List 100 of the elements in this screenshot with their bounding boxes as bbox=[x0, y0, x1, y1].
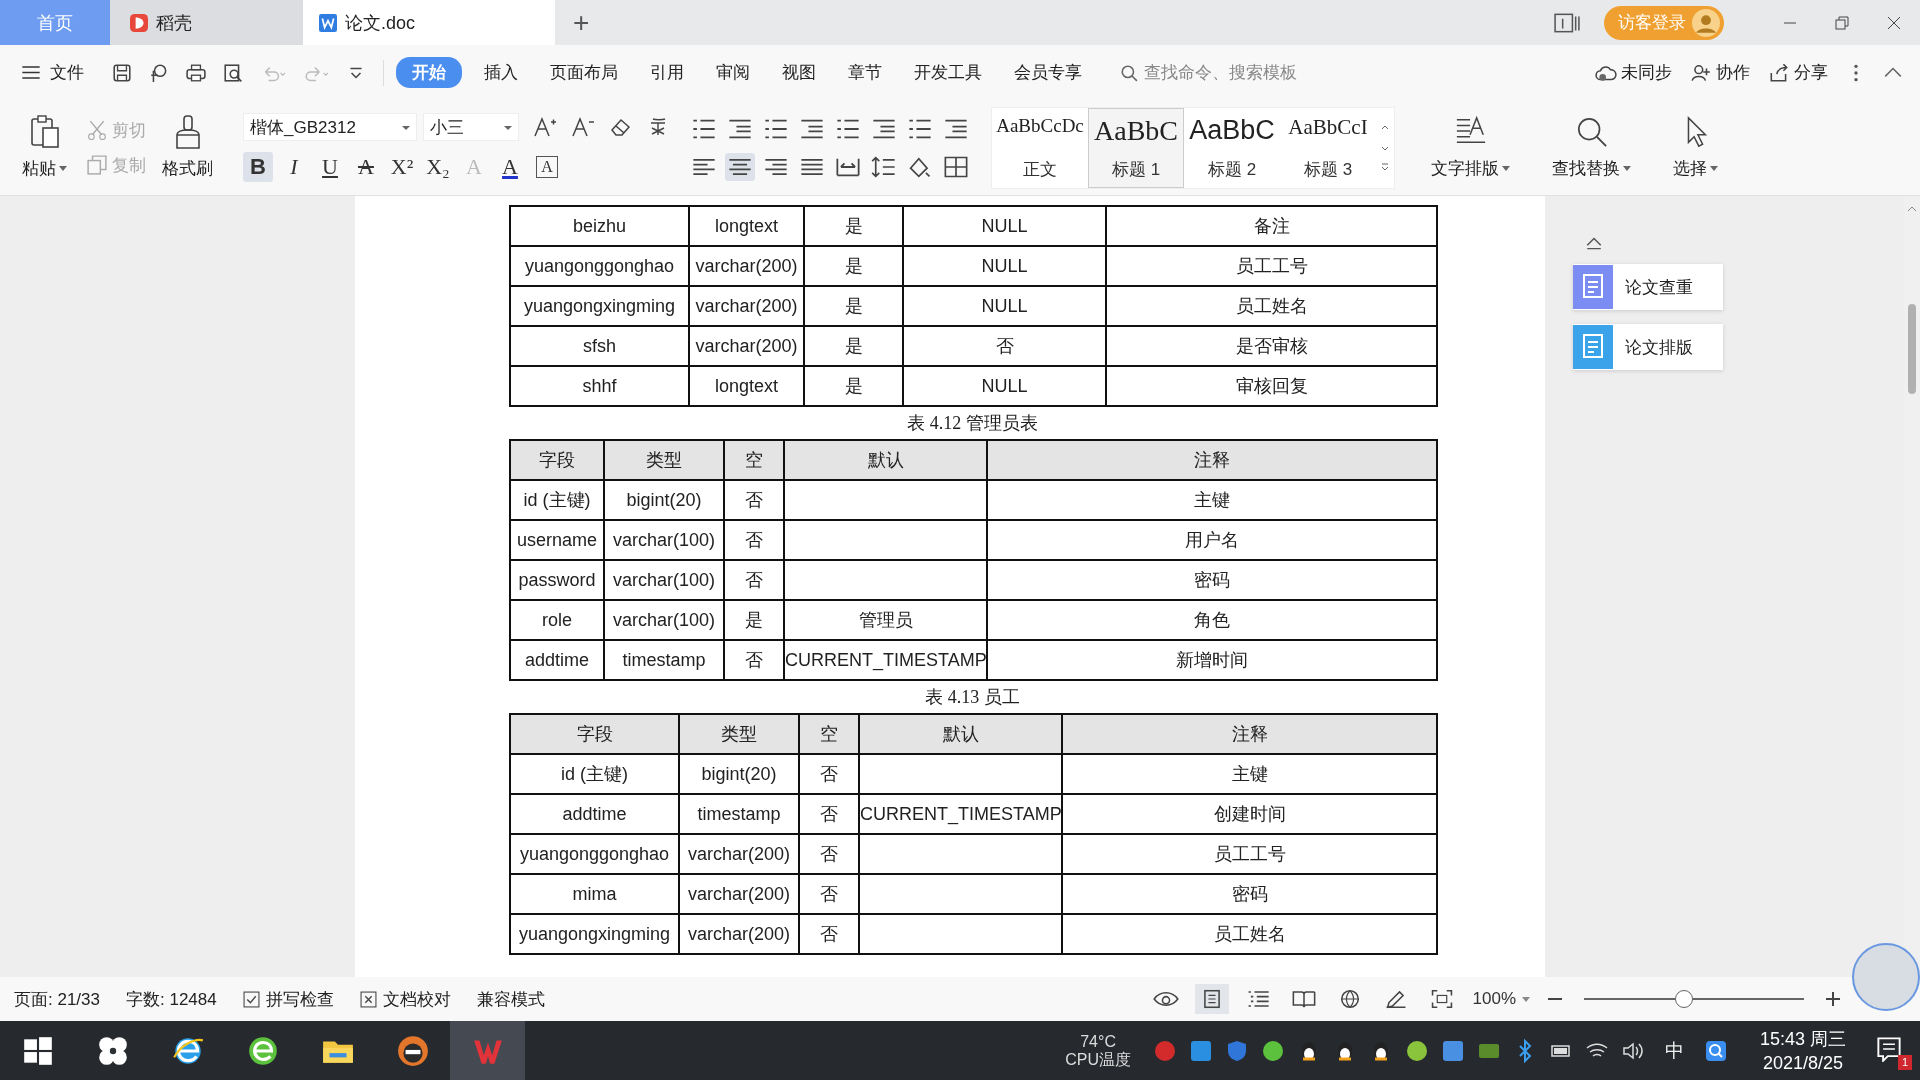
font-name-field[interactable]: 楷体_GB2312 bbox=[243, 112, 417, 141]
ribbon-tab[interactable]: 插入 bbox=[484, 57, 518, 88]
table-caption: 表 4.13 员工 bbox=[924, 686, 1021, 709]
table-cell: timestamp bbox=[604, 640, 724, 680]
compat-mode: 兼容模式 bbox=[476, 988, 545, 1011]
input-method[interactable]: 中 bbox=[1664, 1038, 1684, 1064]
ribbon-tab[interactable]: 章节 bbox=[848, 57, 882, 88]
table-cell: 是否审核 bbox=[1106, 326, 1437, 366]
ribbon-tab[interactable]: 审阅 bbox=[716, 57, 750, 88]
close-icon[interactable] bbox=[1887, 15, 1901, 30]
notification-icon[interactable] bbox=[1876, 1036, 1902, 1062]
save-icon[interactable] bbox=[112, 62, 132, 83]
column-header: 默认 bbox=[859, 714, 1062, 754]
table-cell: yuangonggonghao bbox=[510, 246, 689, 286]
table-cell: username bbox=[510, 520, 604, 560]
proofread-button[interactable]: 文档校对 bbox=[359, 987, 451, 1011]
spell-check-button[interactable]: 拼写检查 bbox=[242, 987, 334, 1011]
paste-button[interactable]: 粘贴 bbox=[16, 115, 73, 180]
format-button[interactable]: A bbox=[351, 151, 381, 182]
ribbon-tool-button[interactable]: 查找替换 bbox=[1546, 115, 1637, 180]
table-cell: timestamp bbox=[679, 794, 799, 834]
table-cell: 否 bbox=[903, 326, 1106, 366]
format-painter-button[interactable]: 格式刷 bbox=[156, 115, 219, 180]
word-count[interactable]: 字数: 12484 bbox=[126, 987, 217, 1011]
font-size-field[interactable]: 小三 bbox=[423, 112, 519, 141]
column-header: 字段 bbox=[510, 440, 604, 480]
collapse-icon[interactable] bbox=[1585, 236, 1603, 250]
column-header: 空 bbox=[724, 440, 784, 480]
align-button[interactable] bbox=[725, 152, 755, 181]
side-panel-button[interactable]: 论文查重 bbox=[1573, 264, 1723, 310]
ribbon-tool-button[interactable]: 选择 bbox=[1667, 115, 1724, 180]
clock-date[interactable]: 2021/8/25 bbox=[1762, 1051, 1843, 1075]
ribbon-tab[interactable]: 视图 bbox=[782, 57, 816, 88]
table-cell: mima bbox=[510, 874, 679, 914]
menu-action[interactable]: 分享 bbox=[1768, 61, 1828, 84]
copy-icon bbox=[87, 155, 107, 175]
style-option[interactable]: AaBbCcI 标题 3 bbox=[1280, 107, 1376, 188]
ribbon-tab[interactable]: 开发工具 bbox=[914, 57, 982, 88]
document-tab[interactable]: 稻壳 bbox=[110, 0, 303, 45]
style-option[interactable]: AaBbC 标题 1 bbox=[1088, 107, 1184, 188]
table-cell: sfsh bbox=[510, 326, 689, 366]
print-icon[interactable] bbox=[186, 62, 206, 83]
side-panel-button[interactable]: 论文排版 bbox=[1573, 324, 1723, 370]
table-cell: 密码 bbox=[1062, 874, 1437, 914]
format-button[interactable]: X² bbox=[387, 151, 417, 182]
caret-icon[interactable] bbox=[1522, 996, 1530, 1002]
format-button[interactable]: U bbox=[315, 151, 345, 182]
table-cell: 员工姓名 bbox=[1106, 286, 1437, 326]
page-view-icon[interactable] bbox=[1194, 984, 1229, 1014]
zoom-level[interactable]: 100% bbox=[1472, 989, 1516, 1009]
clock-time[interactable]: 15:43 周三 bbox=[1759, 1027, 1846, 1051]
shrink-font-icon[interactable] bbox=[571, 116, 595, 137]
checkbox-icon bbox=[242, 990, 260, 1008]
scroll-up-icon[interactable] bbox=[1907, 204, 1917, 214]
document-tab[interactable]: 论文.doc bbox=[303, 0, 555, 45]
table-cell: shhf bbox=[510, 366, 689, 406]
table-cell: beizhu bbox=[510, 206, 689, 246]
docer-icon bbox=[130, 13, 148, 32]
ribbon-tool-button[interactable]: 文字排版 bbox=[1425, 115, 1516, 180]
scrollbar-thumb[interactable] bbox=[1908, 304, 1916, 394]
format-button[interactable]: I bbox=[279, 151, 309, 182]
table-cell: 否 bbox=[724, 560, 784, 600]
grow-font-icon[interactable] bbox=[533, 116, 557, 137]
ribbon-tab[interactable]: 页面布局 bbox=[550, 57, 618, 88]
format-button[interactable]: X₂ bbox=[423, 151, 453, 182]
menu-action[interactable]: 协作 bbox=[1690, 61, 1750, 84]
x-box-icon bbox=[359, 990, 377, 1008]
new-tab-button[interactable]: + bbox=[573, 6, 590, 39]
table-cell: 管理员 bbox=[784, 600, 987, 640]
table-cell: NULL bbox=[903, 366, 1106, 406]
table-cell: yuangonggonghao bbox=[510, 834, 679, 874]
table-cell: 用户名 bbox=[987, 520, 1437, 560]
table-cell: bigint(20) bbox=[679, 754, 799, 794]
file-menu[interactable]: 文件 bbox=[22, 61, 84, 84]
table-cell: addtime bbox=[510, 794, 679, 834]
style-option[interactable]: AaBbCcDc 正文 bbox=[992, 107, 1088, 188]
page-indicator[interactable]: 页面: 21/33 bbox=[14, 987, 100, 1011]
search-app-icon[interactable] bbox=[1703, 1039, 1728, 1063]
restore-icon[interactable] bbox=[1835, 15, 1849, 30]
writer-icon bbox=[319, 13, 337, 32]
table-cell: 主键 bbox=[987, 480, 1437, 520]
style-option[interactable]: AaBbC 标题 2 bbox=[1184, 107, 1280, 188]
ribbon-tab[interactable]: 引用 bbox=[650, 57, 684, 88]
eraser-icon[interactable] bbox=[609, 116, 633, 137]
page-count-icon[interactable] bbox=[1554, 12, 1580, 33]
cpu-temperature-label: CPU温度 bbox=[1065, 1051, 1131, 1069]
column-header: 注释 bbox=[987, 440, 1437, 480]
format-button[interactable]: A bbox=[495, 151, 525, 182]
ribbon-tab[interactable]: 会员专享 bbox=[1014, 57, 1082, 88]
format-button[interactable]: A bbox=[536, 155, 558, 178]
table-cell: bigint(20) bbox=[604, 480, 724, 520]
format-button[interactable]: B bbox=[243, 151, 273, 182]
table-cell: NULL bbox=[903, 286, 1106, 326]
print-preview-icon[interactable] bbox=[223, 62, 243, 83]
table-cell: 否 bbox=[724, 480, 784, 520]
table-cell: longtext bbox=[689, 366, 804, 406]
command-search-field[interactable]: 查找命令、搜索模板 bbox=[1116, 58, 1350, 87]
table-cell: varchar(100) bbox=[604, 560, 724, 600]
menu-action[interactable]: 未同步 bbox=[1595, 61, 1672, 84]
paste-label: 粘贴 bbox=[22, 158, 56, 180]
